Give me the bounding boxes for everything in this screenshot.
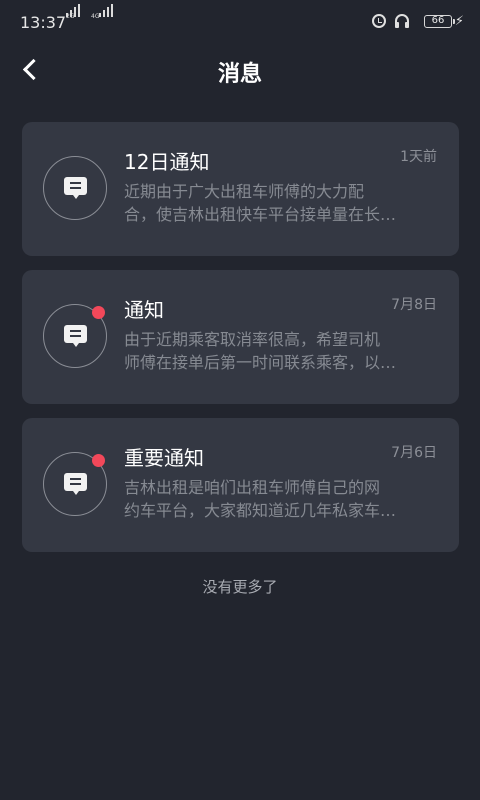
alarm-clock-icon: [372, 14, 386, 28]
message-title: 重要通知: [124, 446, 204, 470]
message-date: 1天前: [400, 149, 437, 165]
message-date: 7月8日: [391, 297, 437, 313]
message-preview: 近期由于广大出租车师傅的大力配 合，使吉林出租快车平台接单量在长…: [124, 180, 438, 226]
no-more-text: 没有更多了: [202, 578, 278, 596]
unread-dot: [92, 306, 105, 319]
message-card[interactable]: 通知 7月8日 由于近期乘客取消率很高，希望司机 师傅在接单后第一时间联系乘客，…: [22, 270, 459, 404]
message-card[interactable]: 12日通知 1天前 近期由于广大出租车师傅的大力配 合，使吉林出租快车平台接单量…: [22, 122, 459, 256]
status-bar: 13:37 2G 4G 66 ⚡: [0, 0, 480, 48]
message-preview-line: 吉林出租是咱们出租车师傅自己的网: [124, 478, 381, 497]
message-list: 12日通知 1天前 近期由于广大出租车师傅的大力配 合，使吉林出租快车平台接单量…: [22, 122, 459, 566]
charging-icon: ⚡: [454, 14, 464, 29]
headphone-icon: [395, 14, 409, 28]
message-preview-line: 合，使吉林出租快车平台接单量在长…: [124, 205, 397, 224]
unread-dot: [92, 454, 105, 467]
nav-bar: 消息: [0, 48, 480, 92]
message-title: 12日通知: [124, 150, 210, 174]
message-card[interactable]: 重要通知 7月6日 吉林出租是咱们出租车师傅自己的网 约车平台，大家都知道近几年…: [22, 418, 459, 552]
page-title: 消息: [217, 62, 262, 87]
message-preview: 由于近期乘客取消率很高，希望司机 师傅在接单后第一时间联系乘客，以…: [124, 328, 438, 374]
message-preview-line: 师傅在接单后第一时间联系乘客，以…: [124, 353, 397, 372]
message-date: 7月6日: [391, 445, 437, 461]
chat-bubble-icon: [64, 473, 87, 495]
status-right-group: 66 ⚡: [354, 13, 464, 33]
message-preview: 吉林出租是咱们出租车师傅自己的网 约车平台，大家都知道近几年私家车…: [124, 476, 438, 522]
chat-bubble-icon: [64, 177, 87, 199]
status-time: 13:37: [20, 13, 67, 32]
battery-icon: 66: [424, 15, 455, 28]
message-title: 通知: [124, 298, 164, 322]
chat-bubble-icon: [64, 325, 87, 347]
message-preview-line: 近期由于广大出租车师傅的大力配: [124, 182, 365, 201]
message-icon: [43, 156, 107, 220]
message-preview-line: 约车平台，大家都知道近几年私家车…: [124, 501, 397, 520]
message-preview-line: 由于近期乘客取消率很高，希望司机: [124, 330, 381, 349]
